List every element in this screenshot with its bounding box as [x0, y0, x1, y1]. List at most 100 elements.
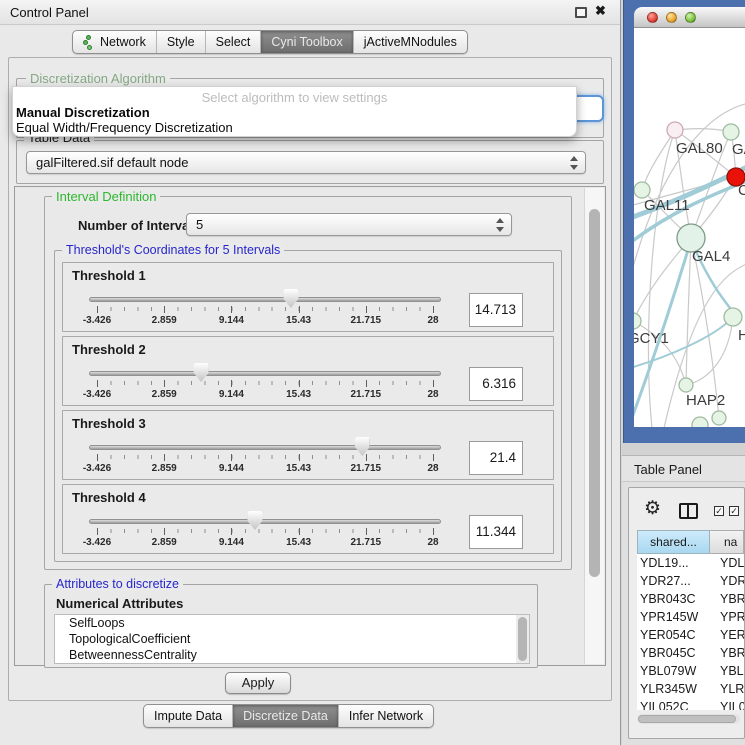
attribute-item-betweennesscentrality[interactable]: BetweennessCentrality: [55, 647, 529, 663]
attribute-items: SelfLoopsTopologicalCoefficientBetweenne…: [55, 615, 529, 663]
network-window-titlebar[interactable]: [634, 7, 745, 28]
slider-handle[interactable]: [247, 511, 262, 530]
slider-handle[interactable]: [355, 437, 370, 456]
slider-major-tick: [97, 380, 98, 387]
network-canvas[interactable]: GAL80GACGAL11GAL4GCY1HHAP2: [634, 28, 745, 427]
threshold-value-field[interactable]: 6.316: [469, 367, 523, 401]
interval-definition-group-title: Interval Definition: [52, 189, 160, 204]
slider-major-tick: [299, 528, 300, 535]
close-window-icon[interactable]: [647, 12, 658, 23]
table-horizontal-scrollbar[interactable]: [637, 714, 740, 724]
bottom-tab-bar: Impute Data Discretize Data Infer Network: [143, 704, 434, 728]
slider-handle[interactable]: [283, 289, 298, 308]
table-row[interactable]: YER054CYER0: [637, 626, 744, 644]
threshold-slider[interactable]: -3.4262.8599.14415.4321.71528: [89, 513, 441, 551]
slider-minor-ticks: [97, 529, 433, 533]
tab-select-label: Select: [216, 31, 251, 54]
gray-edge[interactable]: [642, 130, 675, 190]
table-row[interactable]: YLR345WYLR3: [637, 680, 744, 698]
top-right-node[interactable]: [723, 124, 739, 140]
gray-edge[interactable]: [686, 317, 733, 385]
slider-major-tick: [97, 306, 98, 313]
gal11-node[interactable]: [634, 182, 650, 198]
scrollbar-thumb[interactable]: [518, 617, 527, 661]
cell-shared-name: YDR27...: [637, 572, 710, 590]
table-row[interactable]: YBL079WYBL0: [637, 662, 744, 680]
table-panel-box: shared... na YDL19...YDL1YDR27...YDR2YBR…: [628, 487, 745, 739]
table-row[interactable]: YDR27...YDR2: [637, 572, 744, 590]
gear-icon[interactable]: [644, 497, 661, 520]
gcy1-node[interactable]: [634, 313, 641, 329]
discretization-algorithm-group-title: Discretization Algorithm: [26, 71, 170, 86]
threshold-slider[interactable]: -3.4262.8599.14415.4321.71528: [89, 439, 441, 477]
slider-tick-label: 2.859: [152, 315, 177, 326]
attributes-scrollbar[interactable]: [516, 615, 529, 663]
dropdown-option-manual-discretization[interactable]: Manual Discretization: [16, 105, 150, 120]
hap2-node[interactable]: [679, 378, 693, 392]
cell-shared-name: YIL052C: [637, 698, 710, 710]
column-header-shared[interactable]: shared...: [637, 530, 710, 554]
gray-edge[interactable]: [648, 130, 675, 427]
gal80-node[interactable]: [667, 122, 683, 138]
slider-tick-label: 15.43: [286, 389, 311, 400]
tab-discretize-data-label: Discretize Data: [243, 705, 328, 728]
slider-minor-ticks: [97, 307, 433, 311]
table-row[interactable]: YPR145WYPR1: [637, 608, 744, 626]
dropdown-option-equal-width-frequency-discretization[interactable]: Equal Width/Frequency Discretization: [16, 120, 233, 135]
scrollbar-thumb[interactable]: [589, 209, 600, 577]
tab-select[interactable]: Select: [205, 31, 261, 53]
attribute-item-selfloops[interactable]: SelfLoops: [55, 615, 529, 631]
scrollbar-thumb[interactable]: [638, 715, 736, 723]
cell-name: YDL1: [710, 554, 744, 572]
tab-network[interactable]: Network: [73, 31, 156, 53]
tab-discretize-data[interactable]: Discretize Data: [232, 705, 338, 727]
tab-style[interactable]: Style: [156, 31, 205, 53]
slider-tick-label: 2.859: [152, 537, 177, 548]
table-row[interactable]: YDL19...YDL1: [637, 554, 744, 572]
tab-impute-data[interactable]: Impute Data: [144, 705, 232, 727]
slider-handle[interactable]: [194, 363, 209, 382]
right-mid-node[interactable]: [724, 308, 742, 326]
table-panel-header: Table Panel: [622, 455, 745, 482]
settings-vertical-scrollbar[interactable]: [584, 188, 604, 664]
tab-cyni-toolbox[interactable]: Cyni Toolbox: [260, 31, 352, 53]
threshold-slider[interactable]: -3.4262.8599.14415.4321.71528: [89, 365, 441, 403]
column-header-name[interactable]: na: [710, 530, 744, 554]
checkbox-icon[interactable]: [729, 506, 739, 516]
apply-button[interactable]: Apply: [225, 672, 291, 694]
slider-tick-label: 21.715: [351, 315, 382, 326]
threshold-value-field[interactable]: 11.344: [469, 515, 523, 549]
cell-shared-name: YPR145W: [637, 608, 710, 626]
bottom-right-node[interactable]: [712, 411, 726, 425]
top-tab-bar: NetworkStyle Select Cyni ToolboxjActiveMNo…: [72, 30, 468, 54]
zoom-window-icon[interactable]: [685, 12, 696, 23]
gray-edge[interactable]: [686, 238, 691, 385]
bottom-center-node[interactable]: [692, 417, 708, 427]
tab-infer-network[interactable]: Infer Network: [338, 705, 433, 727]
attribute-item-topologicalcoefficient[interactable]: TopologicalCoefficient: [55, 631, 529, 647]
float-panel-icon[interactable]: [575, 7, 587, 18]
slider-tick-label: -3.426: [83, 389, 111, 400]
tab-jactivemnodules[interactable]: jActiveMNodules: [353, 31, 467, 53]
checkbox-icon[interactable]: [714, 506, 724, 516]
column-view-icon[interactable]: [679, 503, 698, 519]
node-label-gal80: GAL80: [676, 140, 723, 157]
slider-major-tick: [433, 380, 434, 387]
threshold-value-field[interactable]: 14.713: [469, 293, 523, 327]
algorithm-dropdown-placeholder: Select algorithm to view settings: [13, 90, 576, 105]
slider-tick-label: 9.144: [219, 537, 244, 548]
table-row[interactable]: YBR043CYBR0: [637, 590, 744, 608]
node-label-ga: GA: [732, 141, 745, 158]
table-data-select[interactable]: galFiltered.sif default node: [26, 151, 586, 174]
number-of-intervals-select[interactable]: 5: [186, 213, 512, 236]
cell-name: YER0: [710, 626, 744, 644]
table-row[interactable]: YBR045CYBR0: [637, 644, 744, 662]
numerical-attributes-list[interactable]: SelfLoopsTopologicalCoefficientBetweenne…: [54, 614, 530, 664]
threshold-slider[interactable]: -3.4262.8599.14415.4321.71528: [89, 291, 441, 329]
close-panel-icon[interactable]: [595, 3, 611, 21]
table-row[interactable]: YIL052CYIL0: [637, 698, 744, 710]
gray-edge[interactable]: [634, 238, 691, 321]
minimize-window-icon[interactable]: [666, 12, 677, 23]
threshold-value-field[interactable]: 21.4: [469, 441, 523, 475]
node-label-hap2: HAP2: [686, 392, 725, 409]
